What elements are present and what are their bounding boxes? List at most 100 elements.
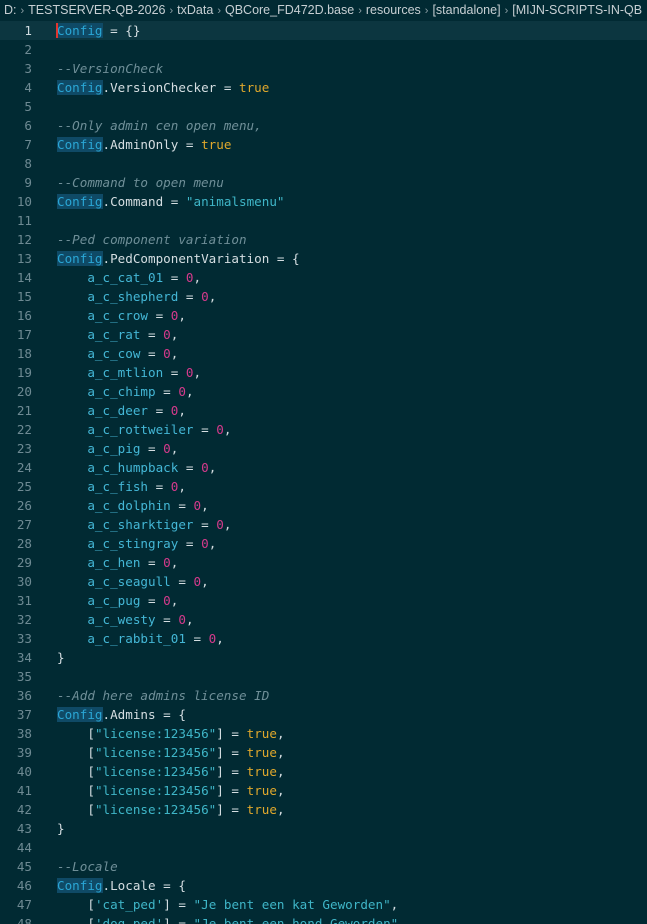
- code-line[interactable]: 23 a_c_pig = 0,: [0, 439, 647, 458]
- breadcrumb-segment[interactable]: D:: [4, 3, 17, 17]
- code-line[interactable]: 20 a_c_chimp = 0,: [0, 382, 647, 401]
- token-bool: true: [246, 783, 277, 798]
- breadcrumb-segment[interactable]: resources: [366, 3, 421, 17]
- code-line[interactable]: 3 --VersionCheck: [0, 59, 647, 78]
- code-line[interactable]: 36 --Add here admins license ID: [0, 686, 647, 705]
- code-text: a_c_westy = 0,: [57, 610, 194, 629]
- token-number: 0: [201, 289, 209, 304]
- code-line[interactable]: 45 --Locale: [0, 857, 647, 876]
- code-text: a_c_pig = 0,: [57, 439, 178, 458]
- breadcrumb-segment[interactable]: [standalone]: [432, 3, 500, 17]
- token-config: Config: [57, 878, 103, 893]
- code-text: a_c_humpback = 0,: [57, 458, 216, 477]
- code-line[interactable]: 44: [0, 838, 647, 857]
- code-line[interactable]: 40 ["license:123456"] = true,: [0, 762, 647, 781]
- code-line[interactable]: 25 a_c_fish = 0,: [0, 477, 647, 496]
- code-line[interactable]: 48 ['dog_ped'] = "Je bent een hond Gewor…: [0, 914, 647, 924]
- line-number: 39: [16, 745, 32, 760]
- code-line[interactable]: 17 a_c_rat = 0,: [0, 325, 647, 344]
- code-line[interactable]: 31 a_c_pug = 0,: [0, 591, 647, 610]
- code-line[interactable]: 22 a_c_rottweiler = 0,: [0, 420, 647, 439]
- token-op: ,: [170, 327, 179, 342]
- token-op: [: [87, 764, 95, 779]
- line-number: 14: [16, 270, 32, 285]
- line-number: 19: [16, 365, 32, 380]
- code-text: a_c_chimp = 0,: [57, 382, 193, 401]
- code-line[interactable]: 12 --Ped component variation: [0, 230, 647, 249]
- code-line[interactable]: 8: [0, 154, 647, 173]
- line-number: 34: [16, 650, 32, 665]
- code-line[interactable]: 27 a_c_sharktiger = 0,: [0, 515, 647, 534]
- code-line[interactable]: 11: [0, 211, 647, 230]
- code-line[interactable]: 28 a_c_stingray = 0,: [0, 534, 647, 553]
- token-number: 0: [201, 460, 209, 475]
- code-line[interactable]: 6 --Only admin cen open menu,: [0, 116, 647, 135]
- code-line[interactable]: 15 a_c_shepherd = 0,: [0, 287, 647, 306]
- code-line[interactable]: 13 Config.PedComponentVariation = {: [0, 249, 647, 268]
- breadcrumb-segment[interactable]: [MIJN-SCRIPTS-IN-QB: [512, 3, 642, 17]
- code-line[interactable]: 24 a_c_humpback = 0,: [0, 458, 647, 477]
- code-line[interactable]: 37 Config.Admins = {: [0, 705, 647, 724]
- code-line[interactable]: 33 a_c_rabbit_01 = 0,: [0, 629, 647, 648]
- code-line[interactable]: 29 a_c_hen = 0,: [0, 553, 647, 572]
- token-number: 0: [163, 555, 171, 570]
- code-line[interactable]: 19 a_c_mtlion = 0,: [0, 363, 647, 382]
- code-line[interactable]: 9 --Command to open menu: [0, 173, 647, 192]
- code-line[interactable]: 10 Config.Command = "animalsmenu": [0, 192, 647, 211]
- code-text: }: [57, 819, 65, 838]
- token-op: }: [57, 821, 65, 836]
- breadcrumb-segment[interactable]: txData: [177, 3, 213, 17]
- token-number: 0: [163, 593, 171, 608]
- code-line[interactable]: 30 a_c_seagull = 0,: [0, 572, 647, 591]
- code-editor[interactable]: 1 Config = {} 2 3 --VersionCheck 4 Config.Vers…: [0, 21, 647, 924]
- line-number: 43: [16, 821, 32, 836]
- token-config: Config: [57, 707, 103, 722]
- line-number: 35: [16, 669, 32, 684]
- code-line[interactable]: 47 ['cat_ped'] = "Je bent een kat Geword…: [0, 895, 647, 914]
- code-line[interactable]: 38 ["license:123456"] = true,: [0, 724, 647, 743]
- code-line[interactable]: 18 a_c_cow = 0,: [0, 344, 647, 363]
- token-op: ] =: [216, 745, 247, 760]
- token-op: = {}: [102, 23, 141, 38]
- code-line[interactable]: 42 ["license:123456"] = true,: [0, 800, 647, 819]
- token-op: ,: [178, 308, 186, 323]
- code-line[interactable]: 2: [0, 40, 647, 59]
- code-line[interactable]: 21 a_c_deer = 0,: [0, 401, 647, 420]
- code-text: Config.VersionChecker = true: [57, 78, 269, 97]
- code-line[interactable]: 4 Config.VersionChecker = true: [0, 78, 647, 97]
- code-text: a_c_stingray = 0,: [57, 534, 216, 553]
- code-text: a_c_seagull = 0,: [57, 572, 208, 591]
- chevron-right-icon: ›: [169, 5, 174, 17]
- token-op: =: [185, 137, 202, 152]
- breadcrumb-segment[interactable]: QBCore_FD472D.base: [225, 3, 354, 17]
- code-line[interactable]: 14 a_c_cat_01 = 0,: [0, 268, 647, 287]
- code-line[interactable]: 46 Config.Locale = {: [0, 876, 647, 895]
- line-number: 16: [16, 308, 32, 323]
- line-number: 7: [24, 137, 32, 152]
- code-line[interactable]: 1 Config = {}: [0, 21, 647, 40]
- token-plain: .PedComponentVariation: [102, 251, 277, 266]
- code-line[interactable]: 32 a_c_westy = 0,: [0, 610, 647, 629]
- code-text: a_c_rabbit_01 = 0,: [57, 629, 224, 648]
- code-line[interactable]: 35: [0, 667, 647, 686]
- code-line[interactable]: 26 a_c_dolphin = 0,: [0, 496, 647, 515]
- token-key: a_c_pug: [87, 593, 141, 608]
- code-text: a_c_cow = 0,: [57, 344, 178, 363]
- code-line[interactable]: 41 ["license:123456"] = true,: [0, 781, 647, 800]
- breadcrumb-segment[interactable]: TESTSERVER-QB-2026: [28, 3, 165, 17]
- code-line[interactable]: 43}: [0, 819, 647, 838]
- code-line[interactable]: 7 Config.AdminOnly = true: [0, 135, 647, 154]
- code-line[interactable]: 16 a_c_crow = 0,: [0, 306, 647, 325]
- code-line[interactable]: 5: [0, 97, 647, 116]
- code-line[interactable]: 34}: [0, 648, 647, 667]
- token-op: = {: [163, 707, 186, 722]
- token-string: 'cat_ped': [94, 897, 164, 912]
- code-line[interactable]: 39 ["license:123456"] = true,: [0, 743, 647, 762]
- token-op: ,: [185, 612, 194, 627]
- token-string: "Je bent een kat Geworden": [193, 897, 391, 912]
